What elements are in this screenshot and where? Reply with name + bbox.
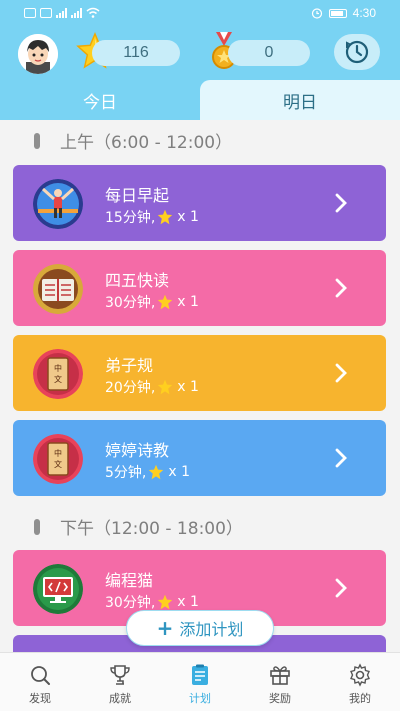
task-meta: 20分钟, x 1 [105,377,199,397]
mini-star-icon [158,379,173,395]
mini-star-icon [158,594,173,610]
nav-label: 发现 [29,692,51,705]
sim-icon [24,7,36,18]
nav-item-plan[interactable]: 计划 [160,653,240,711]
avatar[interactable] [18,34,58,74]
book-icon [33,264,83,314]
task-duration: 5分钟, [105,465,147,481]
add-plan-button[interactable]: + 添加计划 [126,610,274,646]
section-title-afternoon: 下午（12:00 - 18:00） [34,514,243,539]
code-screen-icon [33,564,83,614]
task-meta: 30分钟, x 1 [105,592,199,612]
section-title-morning: 上午（6:00 - 12:00） [34,128,232,153]
bottom-nav: 发现 成就 计划 奖励 我的 [0,652,400,711]
nav-label: 我的 [349,692,371,705]
task-duration: 20分钟, [105,380,156,396]
plus-icon: + [156,616,174,640]
star-count-value: 116 [123,44,149,61]
section-marker [34,132,40,149]
task-title: 弟子规 [105,356,154,375]
chevron-right-icon [335,578,347,598]
alarm-icon [311,8,322,19]
book-icon-char: 中 [54,448,62,458]
book-icon-char: 文 [54,459,62,469]
add-plan-label: 添加计划 [179,620,244,639]
trophy-icon [110,665,130,685]
task-card-3[interactable]: 中 文 婷婷诗教 5分钟, x 1 [13,420,386,496]
star-count: 116 [92,40,180,66]
mini-star-icon [158,294,173,310]
task-title: 每日早起 [105,186,170,205]
tab-tomorrow-label: 明日 [283,92,317,113]
battery-icon [328,8,347,18]
nav-item-rewards[interactable]: 奖励 [240,653,320,711]
chevron-right-icon [335,193,347,213]
section-marker [34,518,40,535]
section-title-text: 下午（12:00 - 18:00） [60,519,243,539]
clock-history-icon [345,40,369,64]
tab-today[interactable]: 今日 [0,80,200,120]
history-button[interactable] [334,34,380,70]
chevron-right-icon [335,363,347,383]
task-title: 婷婷诗教 [105,441,170,460]
status-time: 4:30 [352,6,376,20]
medal-count: 0 [228,40,310,66]
signal-icon [56,7,67,18]
nav-label: 计划 [189,692,211,705]
sim-icon [40,7,52,18]
wifi-icon [86,7,100,18]
task-duration: 15分钟, [105,210,156,226]
chinese-book-icon: 中 文 [33,434,83,484]
gear-icon [350,663,370,687]
task-meta: 15分钟, x 1 [105,207,199,227]
task-reward: x 1 [177,294,199,310]
task-title: 四五快读 [105,271,170,290]
avatar-boy-icon [18,34,58,74]
mini-star-icon [149,464,164,480]
tab-today-label: 今日 [83,92,117,113]
chinese-book-icon: 中 文 [33,349,83,399]
task-title: 编程猫 [105,571,154,590]
gift-icon [270,666,290,685]
tab-tomorrow[interactable]: 明日 [200,80,400,120]
task-reward: x 1 [177,379,199,395]
task-card-0[interactable]: 每日早起 15分钟, x 1 [13,165,386,241]
nav-item-mine[interactable]: 我的 [320,653,400,711]
task-card-1[interactable]: 四五快读 30分钟, x 1 [13,250,386,326]
nav-item-discover[interactable]: 发现 [0,653,80,711]
medal-count-value: 0 [264,44,274,61]
nav-label: 成就 [109,692,131,705]
book-icon-char: 中 [54,363,62,373]
task-reward: x 1 [168,464,191,480]
plan-icon [192,664,208,685]
chevron-right-icon [335,278,347,298]
exercise-icon [33,179,83,229]
task-reward: x 1 [177,209,199,225]
nav-label: 奖励 [269,692,291,705]
task-meta: 30分钟, x 1 [105,292,199,312]
task-duration: 30分钟, [105,295,156,311]
mini-star-icon [158,209,173,225]
task-card-2[interactable]: 中 文 弟子规 20分钟, x 1 [13,335,386,411]
status-bar: 4:30 [0,0,400,26]
section-title-text: 上午（6:00 - 12:00） [60,133,233,153]
chevron-right-icon [335,448,347,468]
nav-item-achievements[interactable]: 成就 [80,653,160,711]
search-icon [31,666,50,685]
task-duration: 30分钟, [105,595,156,611]
task-meta: 5分钟, x 1 [105,462,190,482]
book-icon-char: 文 [54,374,62,384]
signal-icon [71,7,82,18]
task-reward: x 1 [177,594,199,610]
